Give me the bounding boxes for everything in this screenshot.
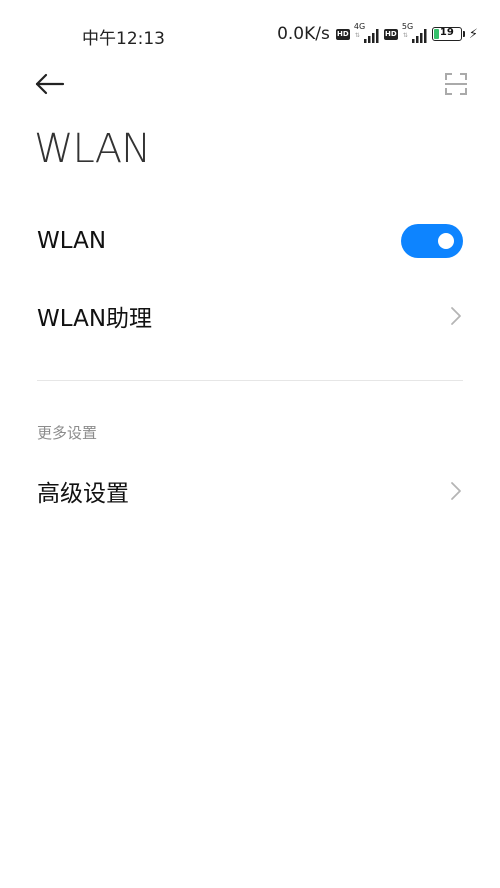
wlan-assistant-label: WLAN助理 [37, 306, 153, 332]
chevron-right-icon [449, 305, 463, 327]
status-time: 中午12:13 [82, 29, 165, 49]
wlan-switch[interactable] [401, 224, 463, 258]
scan-frame-icon [445, 73, 467, 95]
wlan-assistant-row[interactable]: WLAN助理 [0, 281, 500, 351]
status-bar: 中午12:13 0.0K/s HD 4G ⇅ HD 5G ⇅ 19 ⚡ [0, 0, 500, 70]
sim1-signal-icon: 4G ⇅ [354, 22, 380, 43]
back-button[interactable] [30, 66, 70, 102]
more-settings-header: 更多设置 [37, 424, 98, 442]
network-speed: 0.0K/s [277, 24, 330, 44]
sim2-signal-icon: 5G ⇅ [402, 22, 428, 43]
section-divider [37, 380, 463, 381]
hd-voice-badge-2: HD [383, 28, 398, 40]
wlan-toggle-label: WLAN [37, 228, 107, 254]
advanced-settings-row[interactable]: 高级设置 [0, 456, 500, 526]
hd-voice-badge: HD [335, 28, 350, 40]
battery-cap [462, 31, 465, 37]
battery-icon: 19 [431, 27, 462, 41]
page-title: WLAN [34, 126, 151, 172]
advanced-settings-label: 高级设置 [37, 481, 129, 507]
chevron-right-icon [449, 480, 463, 502]
status-indicators: 0.0K/s HD 4G ⇅ HD 5G ⇅ 19 ⚡ [277, 22, 478, 46]
arrow-left-icon [35, 73, 65, 95]
scan-button[interactable] [440, 68, 472, 100]
battery-level: 19 [439, 27, 454, 38]
wlan-toggle-row[interactable]: WLAN [0, 206, 500, 276]
charging-bolt-icon: ⚡ [468, 26, 478, 42]
switch-knob [438, 233, 454, 249]
